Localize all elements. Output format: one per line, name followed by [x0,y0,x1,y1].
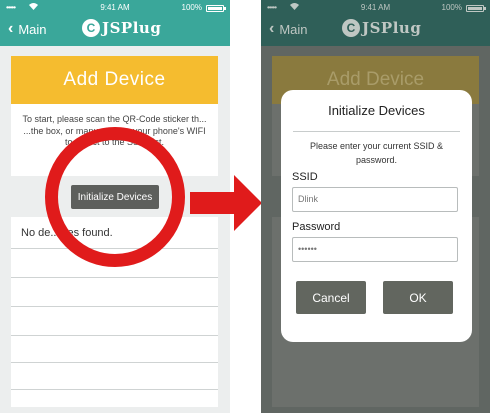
cancel-button[interactable]: Cancel [296,281,366,314]
dialog-title: Initialize Devices [328,103,425,118]
battery-percent: 100% [181,3,202,12]
logo-mark-icon: C [342,19,360,37]
initialize-devices-dialog: Initialize Devices Please enter your cur… [281,90,472,342]
status-bar: ••••• 9:41 AM 100% [261,2,490,14]
app-logo: C JSPlug [82,16,161,40]
logo-mark-icon: C [82,19,100,37]
back-button[interactable]: ‹ Main [8,20,47,38]
list-divider [11,389,218,390]
list-divider [11,362,218,363]
list-divider [11,306,218,307]
dialog-message: Please enter your current SSID & passwor… [309,141,444,165]
battery-icon [206,5,226,12]
battery-percent: 100% [441,3,462,12]
ssid-label: SSID [292,171,318,183]
password-label: Password [292,221,341,233]
right-phone-screen: ••••• 9:41 AM 100% ‹ Main C JSPlug Add D… [261,0,490,413]
battery-icon [466,5,486,12]
arrow-right-icon [190,175,262,231]
dialog-divider [293,131,460,132]
logo-text: JSPlug [362,19,422,37]
logo-text: JSPlug [102,19,162,37]
back-button[interactable]: ‹ Main [269,20,308,38]
status-bar: ••••• 9:41 AM 100% [0,2,230,14]
back-label: Main [279,21,308,37]
highlight-circle [45,127,185,267]
card-title: Add Device [11,56,218,104]
nav-bar: ••••• 9:41 AM 100% ‹ Main C JSPlug [261,0,490,46]
back-label: Main [18,21,47,37]
app-logo: C JSPlug [342,16,421,40]
ok-button[interactable]: OK [383,281,453,314]
nav-bar: ••••• 9:41 AM 100% ‹ Main C JSPlug [0,0,230,46]
chevron-left-icon: ‹ [269,20,275,37]
list-divider [11,277,218,278]
ssid-input[interactable]: Dlink [292,187,458,212]
list-divider [11,335,218,336]
chevron-left-icon: ‹ [8,20,14,37]
password-input[interactable]: •••••• [292,237,458,262]
